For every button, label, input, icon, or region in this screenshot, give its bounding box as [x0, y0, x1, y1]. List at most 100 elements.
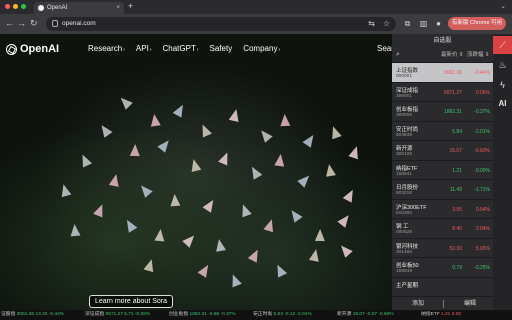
nav-chatgpt[interactable]: ChatGPT›	[163, 44, 199, 53]
search-icon[interactable]: ⌕	[396, 48, 400, 62]
stock-row[interactable]: 新开源 300109 15.07 -0.60%	[392, 140, 493, 160]
address-bar[interactable]: openai.com	[46, 17, 396, 31]
browser-toolbar: ← → ↻ openai.com ⇆ ☆ ⧉ ▥ ● 有新版 Chrome 可用	[0, 14, 512, 34]
ticker-delta: -0.12	[284, 312, 296, 317]
nav-label: ChatGPT	[162, 44, 196, 53]
stock-code: 603218	[396, 191, 413, 196]
tab-close-icon[interactable]: ×	[116, 2, 120, 14]
sort-price-button[interactable]: 最新价 ⇕	[441, 48, 464, 62]
site-info-icon[interactable]	[52, 20, 58, 27]
stock-name: 深证成指	[396, 87, 419, 94]
chevron-down-icon: ›	[278, 47, 281, 53]
stock-code: 000001	[396, 74, 413, 79]
paper-bird-shape	[337, 242, 353, 258]
stock-row[interactable]: 上证指数 000001 3061.36 -0.44%	[392, 62, 493, 82]
paper-bird-shape	[314, 228, 326, 242]
stock-row[interactable]: 纳指ETF 159941 1.21 -0.00%	[392, 159, 493, 180]
tab-openai[interactable]: OpenAI ×	[34, 2, 124, 14]
paper-bird-shape	[218, 150, 232, 166]
stock-price: 9571.27	[443, 89, 462, 96]
stock-change: 5.65%	[475, 245, 490, 252]
forward-icon[interactable]: →	[17, 18, 26, 28]
ticker-name: 创业板指	[169, 312, 189, 317]
stock-row[interactable]: 安正时尚 603839 5.84 -2.01%	[392, 120, 493, 141]
stock-name: 安正时尚	[396, 126, 419, 133]
paper-bird-shape	[117, 94, 133, 110]
bookmark-star-icon[interactable]: ☆	[381, 18, 392, 29]
stock-code: 399001	[396, 93, 413, 99]
ticker-name: 安正时尚	[253, 312, 273, 317]
paper-bird-shape	[328, 124, 342, 140]
stock-row[interactable]: 沪深300ETF 510300 3.55 0.54%	[392, 198, 493, 219]
stock-price: 3061.36	[443, 70, 462, 76]
stock-price: 8.40	[452, 226, 462, 232]
nav-api[interactable]: API›	[136, 44, 152, 53]
stock-row[interactable]: 钢 工 000628 8.40 3.04%	[392, 218, 493, 238]
stock-change: -0.44%	[474, 70, 490, 76]
openai-logo[interactable]: OpenAI	[6, 43, 59, 55]
new-tab-button[interactable]: +	[128, 1, 133, 11]
minimize-window-button[interactable]	[13, 4, 18, 9]
ticker-price: 3061.36	[16, 312, 35, 317]
translate-icon[interactable]: ⇆	[366, 18, 377, 29]
ticker-percent: -2.01%	[296, 312, 312, 317]
nav-label: Safety	[209, 44, 233, 53]
stock-code: 603839	[396, 132, 413, 138]
window-controls	[5, 4, 26, 9]
panel-header: ⌕ 最新价 ⇕ 涨跌幅 ⇕	[392, 48, 493, 62]
stock-price: 1.21	[452, 167, 462, 174]
paper-bird-shape	[324, 163, 336, 177]
paper-bird-shape	[188, 157, 202, 173]
openai-page: OpenAI Research› API› ChatGPT› Safety Co…	[0, 34, 392, 310]
profile-icon[interactable]: ●	[433, 18, 444, 29]
reload-icon[interactable]: ↻	[30, 18, 38, 29]
ticker-item: 深证成指 9571.27 5.71 -0.06%	[85, 310, 150, 320]
stock-row[interactable]: 创业板50 159949 0.79 -0.25%	[392, 257, 493, 277]
extensions-icon[interactable]: ⧉	[402, 18, 413, 29]
sort-change-button[interactable]: 涨跌幅 ⇕	[467, 48, 490, 62]
stock-name: 创业板50	[396, 263, 419, 269]
chevron-down-icon: ›	[123, 47, 125, 53]
stock-row[interactable]: 深证成指 399001 9571.27 0.06%	[392, 81, 493, 102]
stock-row[interactable]: 银河科技 301486 52.30 5.65%	[392, 237, 493, 258]
tab-search-icon[interactable]: ⌄	[500, 2, 506, 10]
nav-label: API	[135, 44, 149, 53]
nav-safety[interactable]: Safety	[210, 44, 233, 53]
paper-bird-shape	[287, 207, 303, 223]
search-link[interactable]: Sear	[377, 44, 392, 53]
close-window-button[interactable]	[5, 4, 10, 9]
back-icon[interactable]: ←	[5, 18, 14, 28]
stock-name: 银河科技	[396, 243, 419, 250]
maximize-window-button[interactable]	[21, 4, 26, 9]
paper-bird-shape	[247, 164, 263, 180]
stock-row[interactable]: 创业板指 399006 1862.31 -0.37%	[392, 101, 493, 121]
ticker-percent: -0.60%	[378, 312, 394, 317]
paper-bird-shape	[228, 108, 242, 122]
chart-icon[interactable]: ⟋	[493, 36, 512, 54]
side-panel-icon[interactable]: ▥	[418, 18, 429, 29]
ticker-delta: 5.71	[124, 312, 134, 317]
paper-bird-shape	[202, 197, 218, 213]
stock-code: 301486	[396, 249, 413, 255]
nav-research[interactable]: Research›	[88, 44, 125, 53]
bolt-icon[interactable]: ϟ	[493, 76, 512, 94]
paper-bird-shape	[302, 132, 318, 148]
edit-list-button[interactable]: 编辑	[464, 297, 476, 311]
stock-row[interactable]: 日月股份 603218 11.49 -1.71%	[392, 179, 493, 199]
learn-more-sora-button[interactable]: Learn more about Sora	[89, 295, 173, 308]
stock-change: -2.01%	[474, 128, 490, 135]
stock-row[interactable]: 主产星期	[392, 276, 493, 297]
logo-text: OpenAI	[20, 43, 60, 55]
paper-bird-shape	[272, 262, 288, 278]
ticker-name: 证股指	[1, 312, 16, 317]
paper-bird-shape	[149, 113, 161, 127]
ticker-percent: -0.44%	[48, 312, 64, 317]
ai-icon[interactable]: AI	[493, 95, 512, 113]
nav-company[interactable]: Company›	[243, 44, 280, 53]
add-stock-button[interactable]: 添加	[412, 297, 424, 311]
stock-name: 沪深300ETF	[396, 204, 427, 211]
nav-label: Company	[243, 44, 278, 53]
fire-icon[interactable]: ♨	[493, 56, 512, 74]
paper-bird-shape	[77, 152, 93, 168]
update-chrome-button[interactable]: 有新版 Chrome 可用	[448, 17, 506, 30]
